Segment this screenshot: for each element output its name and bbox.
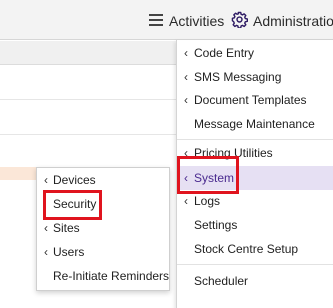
submenu-item-users[interactable]: ‹ Users [37, 240, 169, 264]
chevron-left-icon: ‹ [44, 245, 48, 259]
submenu-item-security[interactable]: Security [37, 192, 169, 216]
menu-item-pricing-utilities[interactable]: ‹ Pricing Utilities [177, 141, 333, 165]
menu-divider [177, 139, 333, 140]
submenu-item-sites[interactable]: ‹ Sites [37, 216, 169, 240]
menu-item-message-maintenance[interactable]: Message Maintenance [177, 112, 333, 136]
submenu-item-re-initiate-reminders[interactable]: Re-Initiate Reminders [37, 264, 169, 288]
activities-menu-button[interactable]: Activities [148, 10, 224, 32]
chevron-left-icon: ‹ [184, 171, 188, 185]
menu-item-stock-centre-setup[interactable]: Stock Centre Setup [177, 237, 333, 261]
menu-item-document-templates[interactable]: ‹ Document Templates [177, 88, 333, 112]
system-submenu: ‹ Devices Security ‹ Sites ‹ Users Re-In… [36, 167, 170, 291]
background-row [0, 100, 176, 135]
menu-item-logs[interactable]: ‹ Logs [177, 189, 333, 213]
chevron-left-icon: ‹ [184, 146, 188, 160]
menu-item-system[interactable]: ‹ System [177, 166, 333, 190]
chevron-left-icon: ‹ [184, 194, 188, 208]
gear-icon [231, 11, 248, 31]
chevron-left-icon: ‹ [184, 93, 188, 107]
activities-label: Activities [169, 13, 225, 29]
submenu-item-devices[interactable]: ‹ Devices [37, 168, 169, 192]
menu-divider [177, 264, 333, 265]
menu-item-settings[interactable]: Settings [177, 213, 333, 237]
administration-dropdown-menu: ‹ Code Entry ‹ SMS Messaging ‹ Document … [176, 40, 333, 308]
chevron-left-icon: ‹ [44, 221, 48, 235]
menu-item-code-entry[interactable]: ‹ Code Entry [177, 41, 333, 65]
menu-item-sms-messaging[interactable]: ‹ SMS Messaging [177, 65, 333, 89]
administration-label: Administration [253, 13, 333, 29]
background-accent [0, 167, 36, 180]
background-header-band [0, 41, 176, 65]
top-bar: Activities Administration [0, 0, 333, 40]
chevron-left-icon: ‹ [184, 70, 188, 84]
chevron-left-icon: ‹ [184, 46, 188, 60]
background-row [0, 65, 176, 100]
chevron-left-icon: ‹ [44, 173, 48, 187]
menu-item-scheduler[interactable]: Scheduler [177, 269, 333, 293]
administration-menu-button[interactable]: Administration [231, 10, 333, 32]
list-icon [148, 13, 164, 30]
